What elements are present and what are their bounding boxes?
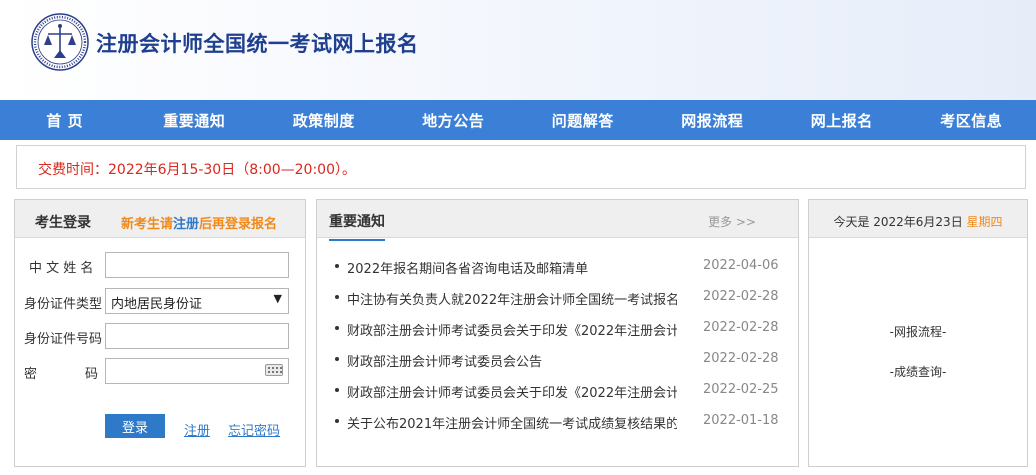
news-more-link[interactable]: 更多 >> (708, 213, 756, 230)
fee-notice-box: 交费时间：2022年6月15-30日（8:00—20:00）。 (16, 145, 1026, 189)
bullet-icon (335, 419, 339, 423)
name-input[interactable] (105, 252, 289, 278)
news-item-date: 2022-02-28 (703, 289, 779, 304)
cicpa-emblem-icon[interactable] (30, 12, 90, 72)
today-date: 今天是 2022年6月23日 星期四 (809, 213, 1027, 230)
idnum-row: 身份证件号码 (15, 323, 305, 349)
news-item-title[interactable]: 财政部注册会计师考试委员会公告 (347, 351, 677, 370)
news-list: 2022年报名期间各省咨询电话及邮箱清单 2022-04-06 中注协有关负责人… (335, 258, 785, 444)
password-label-a: 密 (24, 367, 38, 382)
register-hint-suffix: 后再登录报名 (198, 217, 277, 232)
keyboard-icon[interactable] (265, 364, 283, 376)
idtype-row: 身份证件类型 内地居民身份证 ▼ (15, 288, 305, 314)
side-panel: 今天是 2022年6月23日 星期四 -网报流程- -成绩查询- (808, 199, 1028, 467)
score-query-link[interactable]: -成绩查询- (809, 363, 1027, 380)
bullet-icon (335, 388, 339, 392)
idnum-label: 身份证件号码 (24, 332, 103, 347)
nav-item-notices[interactable]: 重要通知 (130, 100, 260, 140)
site-header: 注册会计师全国统一考试网上报名 (0, 0, 1036, 100)
dropdown-arrow-icon: ▼ (273, 292, 282, 305)
today-weekday: 星期四 (966, 215, 1003, 229)
bullet-icon (335, 295, 339, 299)
news-item-title[interactable]: 财政部注册会计师考试委员会关于印发《2022年注册会计师... (347, 320, 677, 339)
password-input[interactable] (105, 358, 289, 384)
forgot-password-link[interactable]: 忘记密码 (228, 420, 280, 439)
news-item-title[interactable]: 中注协有关负责人就2022年注册会计师全国统一考试报名相... (347, 289, 677, 308)
news-item: 财政部注册会计师考试委员会关于印发《2022年注册会计师... 2022-02-… (335, 320, 785, 351)
login-panel-header: 考生登录 新考生请注册后再登录报名 (15, 200, 305, 238)
nav-item-home[interactable]: 首 页 (0, 100, 130, 140)
idtype-selected-value: 内地居民身份证 (111, 297, 203, 312)
bullet-icon (335, 357, 339, 361)
news-item-title[interactable]: 2022年报名期间各省咨询电话及邮箱清单 (347, 258, 677, 277)
news-item-date: 2022-02-28 (703, 351, 779, 366)
main-nav: 首 页 重要通知 政策制度 地方公告 问题解答 网报流程 网上报名 考区信息 (0, 100, 1036, 140)
news-item-title[interactable]: 财政部注册会计师考试委员会关于印发《2022年注册会计师... (347, 382, 677, 401)
news-item: 财政部注册会计师考试委员会关于印发《2022年注册会计师... 2022-02-… (335, 382, 785, 413)
news-item: 关于公布2021年注册会计师全国统一考试成绩复核结果的公... 2022-01-… (335, 413, 785, 444)
bullet-icon (335, 264, 339, 268)
news-panel: 重要通知 更多 >> 2022年报名期间各省咨询电话及邮箱清单 2022-04-… (316, 199, 799, 467)
register-hint-link[interactable]: 注册 (173, 217, 199, 232)
news-item: 中注协有关负责人就2022年注册会计师全国统一考试报名相... 2022-02-… (335, 289, 785, 320)
fee-notice-text: 交费时间：2022年6月15-30日（8:00—20:00）。 (38, 162, 357, 178)
idnum-input[interactable] (105, 323, 289, 349)
news-panel-header: 重要通知 更多 >> (317, 200, 798, 241)
password-label: 密 码 (24, 363, 98, 382)
idtype-label: 身份证件类型 (24, 297, 103, 312)
name-row: 中 文 姓 名 (15, 252, 305, 278)
site-title: 注册会计师全国统一考试网上报名 (96, 32, 419, 56)
register-hint: 新考生请注册后再登录报名 (121, 213, 277, 232)
process-link[interactable]: -网报流程- (809, 323, 1027, 340)
news-item-date: 2022-02-28 (703, 320, 779, 335)
news-item: 2022年报名期间各省咨询电话及邮箱清单 2022-04-06 (335, 258, 785, 289)
news-item: 财政部注册会计师考试委员会公告 2022-02-28 (335, 351, 785, 382)
password-label-b: 码 (84, 367, 98, 382)
nav-item-online-registration[interactable]: 网上报名 (777, 100, 907, 140)
register-link[interactable]: 注册 (184, 420, 210, 439)
news-item-date: 2022-01-18 (703, 413, 779, 428)
nav-item-local-announcements[interactable]: 地方公告 (389, 100, 519, 140)
side-panel-header: 今天是 2022年6月23日 星期四 (809, 200, 1027, 238)
news-item-date: 2022-02-25 (703, 382, 779, 397)
name-label: 中 文 姓 名 (29, 261, 94, 276)
nav-item-faq[interactable]: 问题解答 (518, 100, 648, 140)
login-button[interactable]: 登录 (105, 414, 165, 438)
nav-item-exam-areas[interactable]: 考区信息 (907, 100, 1036, 140)
nav-item-process[interactable]: 网报流程 (648, 100, 778, 140)
login-panel: 考生登录 新考生请注册后再登录报名 中 文 姓 名 身份证件类型 内地居民身份证… (14, 199, 306, 467)
login-title: 考生登录 (35, 215, 91, 231)
news-title: 重要通知 (329, 211, 385, 241)
bullet-icon (335, 326, 339, 330)
register-hint-prefix: 新考生请 (120, 217, 173, 232)
news-item-date: 2022-04-06 (703, 258, 779, 273)
idtype-select[interactable]: 内地居民身份证 ▼ (105, 288, 289, 314)
nav-item-policies[interactable]: 政策制度 (259, 100, 389, 140)
news-item-title[interactable]: 关于公布2021年注册会计师全国统一考试成绩复核结果的公... (347, 413, 677, 432)
today-prefix: 今天是 2022年6月23日 (833, 215, 963, 229)
password-row: 密 码 (15, 358, 305, 384)
